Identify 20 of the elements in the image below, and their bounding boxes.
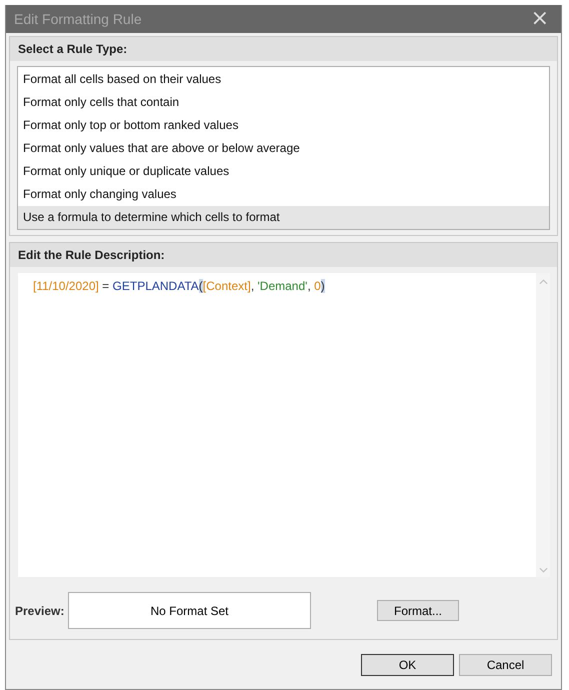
rule-type-item[interactable]: Use a formula to determine which cells to format [18, 206, 549, 229]
formula-editor[interactable]: [11/10/2020] = GETPLANDATA([Context], 'Demand', 0) [18, 273, 536, 577]
rule-type-item[interactable]: Format only changing values [18, 183, 549, 206]
section-header: Select a Rule Type: [10, 37, 557, 61]
rule-type-item[interactable]: Format only top or bottom ranked values [18, 114, 549, 137]
preview-box: No Format Set [68, 592, 311, 629]
section-header: Edit the Rule Description: [10, 243, 557, 267]
format-button[interactable]: Format... [377, 600, 459, 621]
rule-type-item[interactable]: Format only unique or duplicate values [18, 160, 549, 183]
scroll-up-icon[interactable] [538, 279, 548, 285]
dialog-button[interactable]: Cancel [459, 654, 552, 676]
dialog-button[interactable]: OK [361, 654, 454, 676]
rule-type-item[interactable]: Format all cells based on their values [18, 68, 549, 91]
preview-label: Preview: [15, 604, 66, 618]
window-title: Edit Formatting Rule [14, 11, 142, 27]
rule-type-item[interactable]: Format only cells that contain [18, 91, 549, 114]
scrollbar[interactable] [536, 273, 550, 577]
scroll-down-icon[interactable] [538, 567, 548, 573]
rule-type-item[interactable]: Format only values that are above or below average [18, 137, 549, 160]
close-button[interactable]: × [524, 8, 555, 30]
